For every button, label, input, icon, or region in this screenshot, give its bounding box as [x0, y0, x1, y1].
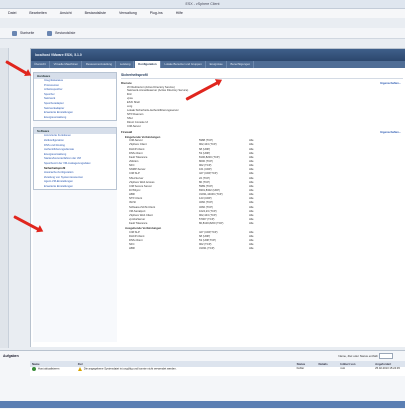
- home-label: Startseite: [19, 31, 35, 35]
- services-properties-link[interactable]: Eigenschaften...: [380, 81, 401, 87]
- menu-administration[interactable]: Verwaltung: [119, 11, 137, 15]
- task-target-cell: Die angegebene Systemdatei ist ungültig …: [76, 367, 295, 376]
- configuration-content: Hardware Integritätsstatus Prozessoren A…: [31, 68, 405, 347]
- incoming-list: CIM-Server 5988 (TCP) Alle vSphere Client 90…: [121, 139, 403, 226]
- tab-virtual-machines[interactable]: Virtuelle Maschinen: [51, 61, 83, 68]
- services-list: I/O Redirector (Active Directory Service…: [121, 86, 403, 129]
- toolbar: Startseite Bestandsliste: [0, 28, 405, 39]
- config-nav: Hardware Integritätsstatus Prozessoren A…: [33, 72, 117, 342]
- tab-permissions[interactable]: Berechtigungen: [228, 61, 255, 68]
- rule-ports: 31031 (TCP): [199, 247, 215, 251]
- tasks-header: Aufgaben Name, Ziel oder Status enthält:: [0, 351, 405, 361]
- security-profile-title: Sicherheitsprofil: [121, 72, 403, 79]
- menu-plugins[interactable]: Plug-ins: [150, 11, 163, 15]
- tab-performance[interactable]: Leistung: [117, 61, 135, 68]
- status-bar: [0, 401, 405, 408]
- host-panel: localhost VMware ESXi, 5.1.0 Übersicht V…: [30, 48, 405, 347]
- firewall-heading: Firewall Eigenschaften...: [121, 130, 403, 135]
- menu-edit[interactable]: Bearbeiten: [29, 11, 46, 15]
- services-heading: Dienste Eigenschaften...: [121, 81, 403, 86]
- task-initiator: root: [340, 367, 345, 370]
- tab-events[interactable]: Ereignisse: [207, 61, 227, 68]
- task-name: Host aktualisieren: [38, 367, 60, 371]
- security-profile-pane: Sicherheitsprofil Dienste Eigenschaften.…: [121, 72, 403, 344]
- inventory-label: Bestandsliste: [55, 31, 76, 35]
- services-title: Dienste: [121, 81, 132, 85]
- rule-scope: Alle: [249, 247, 254, 251]
- task-row[interactable]: Host aktualisieren Die angegebene System…: [30, 367, 405, 376]
- hardware-box: Hardware Integritätsstatus Prozessoren A…: [33, 72, 117, 122]
- inventory-button[interactable]: Bestandsliste: [47, 28, 75, 38]
- tab-resource-allocation[interactable]: Ressourcenzuteilung: [83, 61, 116, 68]
- rule-scope: Alle: [249, 222, 254, 226]
- task-status: Fehler: [296, 367, 305, 370]
- filter-input[interactable]: [379, 353, 393, 360]
- nav-item-advanced-settings[interactable]: Erweiterte Einstellungen: [34, 185, 116, 190]
- firewall-properties-link[interactable]: Eigenschaften...: [380, 130, 401, 136]
- task-target: Die angegebene Systemdatei ist ungültig …: [83, 367, 177, 371]
- tab-local-users[interactable]: Lokale Benutzer und Gruppen: [161, 61, 206, 68]
- inventory-icon: [47, 30, 53, 36]
- task-filter: Name, Ziel oder Status enthält:: [338, 351, 393, 361]
- menu-bar: Datei Bearbeiten Ansicht Bestandsliste V…: [0, 9, 405, 18]
- task-icon: [32, 367, 36, 371]
- home-button[interactable]: Startseite: [12, 28, 34, 38]
- menu-help[interactable]: Hilfe: [176, 11, 183, 15]
- firewall-title: Firewall: [121, 130, 133, 135]
- tab-summary[interactable]: Übersicht: [31, 61, 50, 68]
- host-header: localhost VMware ESXi, 5.1.0: [31, 49, 405, 61]
- filter-label: Name, Ziel oder Status enthält:: [338, 354, 379, 358]
- tab-bar: Übersicht Virtuelle Maschinen Ressourcen…: [31, 61, 405, 68]
- rule-ports: 80,8100,8200 (TCP): [199, 222, 224, 226]
- task-details: [316, 367, 338, 376]
- window-title: ESX - vSphere Client: [0, 0, 405, 9]
- nav-item-power-management-hw[interactable]: Energieverwaltung: [34, 116, 116, 121]
- inventory-tree-edge[interactable]: [0, 48, 9, 348]
- menu-view[interactable]: Ansicht: [60, 11, 72, 15]
- tasks-title: Aufgaben: [3, 354, 19, 358]
- software-box: Software Lizenzierte Funktionen Zeitkonf…: [33, 127, 117, 191]
- home-icon: [12, 30, 17, 36]
- tab-configuration[interactable]: Konfiguration: [135, 61, 161, 68]
- outgoing-list: CIM SLP 427 (UDP,TCP) Alle DHCP-Client 68 (U…: [121, 231, 403, 252]
- rule-name: HBR: [129, 247, 135, 251]
- task-name-cell: Host aktualisieren: [30, 367, 76, 376]
- menu-inventory[interactable]: Bestandsliste: [85, 11, 106, 15]
- service-item: CIM-Server: [127, 124, 141, 128]
- firewall-rule-row: HBR 31031 (TCP) Alle: [121, 247, 403, 251]
- warning-icon: [77, 367, 82, 371]
- task-requested: 25.02.2013 15:24:45: [375, 367, 400, 370]
- menu-file[interactable]: Datei: [8, 11, 16, 15]
